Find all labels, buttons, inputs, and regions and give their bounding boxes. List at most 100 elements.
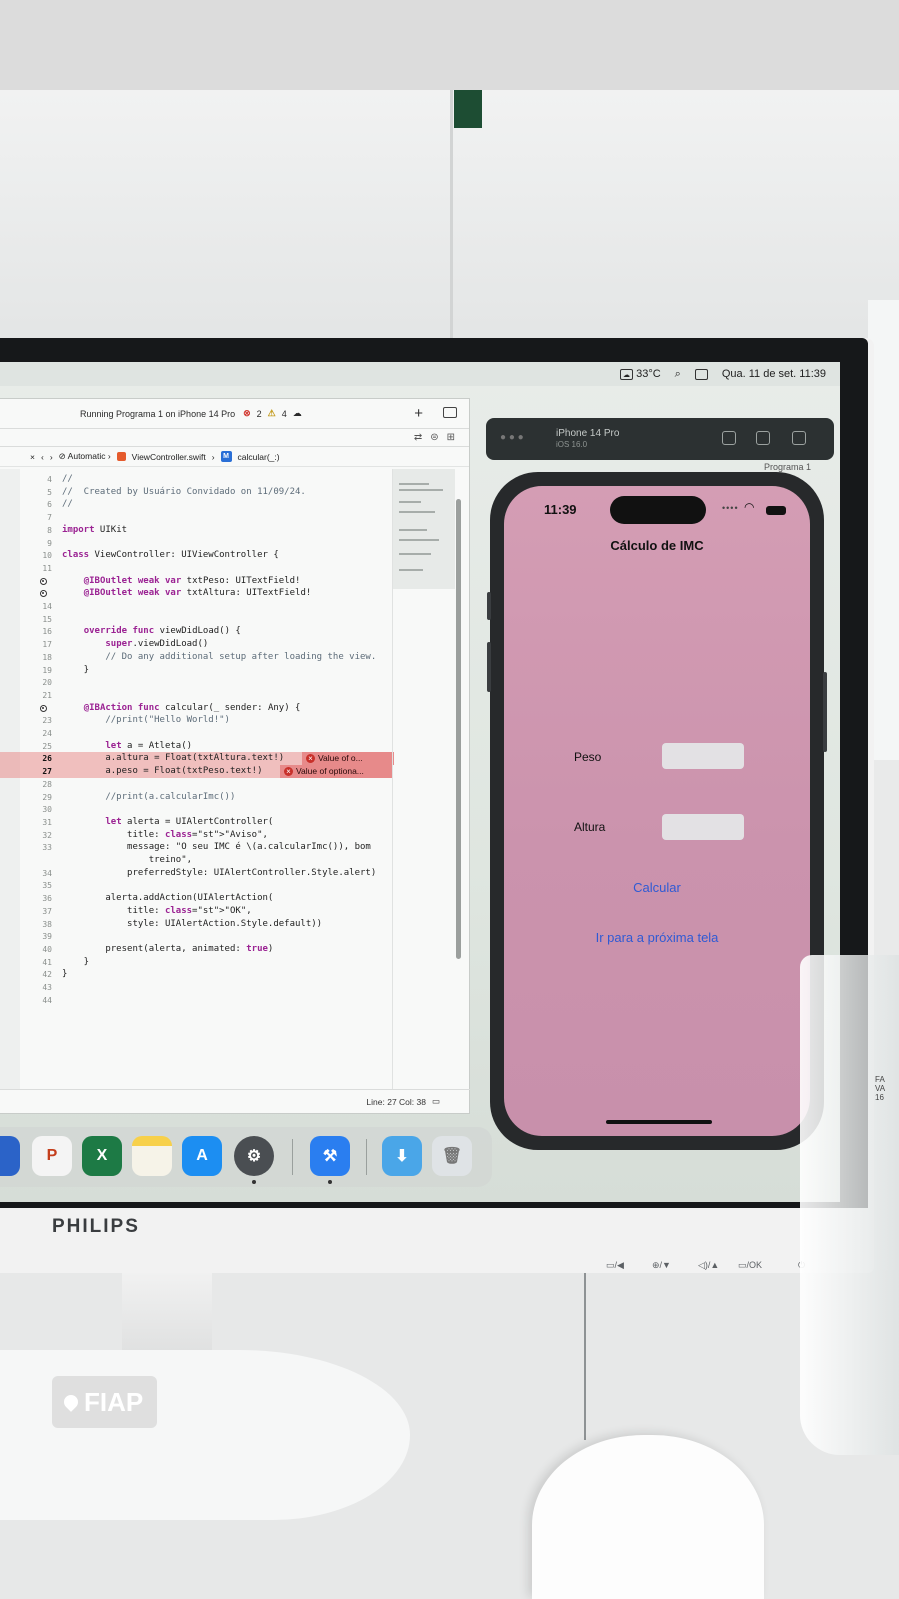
line-number[interactable]: 9 [22, 537, 52, 550]
line-number[interactable]: 37 [22, 905, 52, 918]
jumpbar-file[interactable]: ViewController.swift [132, 452, 206, 462]
code-line[interactable]: 18 // Do any additional setup after load… [0, 651, 390, 664]
phone-volume-button[interactable] [487, 642, 491, 692]
code-line[interactable]: 8 import UIKit [0, 524, 390, 537]
spotlight-search-icon[interactable]: ⌕ [675, 368, 681, 381]
code-line[interactable]: 35 [0, 879, 390, 892]
connection-outlet-icon[interactable] [40, 590, 47, 598]
back-icon[interactable]: ‹ [41, 452, 44, 462]
line-number[interactable]: 33 [22, 841, 52, 854]
code-line[interactable]: 34 preferredStyle: UIAlertController.Sty… [0, 867, 390, 880]
xcode-icon[interactable]: ⚒ [310, 1136, 350, 1176]
rotate-icon[interactable] [792, 431, 806, 445]
code-line[interactable]: @IBOutlet weak var txtAltura: UITextFiel… [0, 587, 390, 600]
line-number[interactable]: 15 [22, 613, 52, 626]
error-annotation[interactable]: Value of o... [302, 752, 394, 766]
refresh-icon[interactable]: ⇄ [414, 432, 422, 443]
line-number[interactable]: 6 [22, 498, 52, 511]
monitor-menu-button[interactable]: ⊕/▼ [652, 1260, 671, 1271]
code-line[interactable]: 15 [0, 613, 390, 626]
code-line[interactable]: 23 //print("Hello World!") [0, 714, 390, 727]
line-number[interactable]: 41 [22, 956, 52, 969]
line-number[interactable]: 8 [22, 524, 52, 537]
peso-field[interactable] [662, 743, 744, 769]
line-number[interactable]: 7 [22, 511, 52, 524]
control-center-icon[interactable] [694, 368, 708, 380]
code-line[interactable]: 33 message: "O seu IMC é \(a.calcularImc… [0, 841, 390, 854]
line-number[interactable]: 39 [22, 930, 52, 943]
code-line[interactable]: 44 [0, 994, 390, 1007]
inspector-toggle-icon[interactable] [443, 407, 457, 418]
code-line[interactable]: 5 // Created by Usuário Convidado on 11/0… [0, 486, 390, 499]
add-icon[interactable]: + [414, 405, 423, 422]
line-number[interactable]: 18 [22, 651, 52, 664]
line-number[interactable]: 42 [22, 968, 52, 981]
code-line[interactable]: 21 [0, 689, 390, 702]
line-number[interactable]: 32 [22, 829, 52, 842]
powerpoint-icon[interactable]: P [32, 1136, 72, 1176]
connection-outlet-icon[interactable] [40, 704, 47, 712]
line-number[interactable]: 24 [22, 727, 52, 740]
split-editor-icon[interactable]: ⊞ [447, 432, 455, 443]
editor-scrollbar[interactable] [456, 499, 461, 959]
code-line[interactable]: 19 } [0, 664, 390, 677]
code-editor[interactable]: 4 // 5 // Created by Usuário Convidado on 1… [0, 469, 394, 1089]
code-line[interactable]: 32 title: class="st">"Aviso", [0, 829, 390, 842]
code-line[interactable]: 9 [0, 537, 390, 550]
error-annotation[interactable]: Value of optiona... [280, 765, 392, 779]
code-line[interactable]: 7 [0, 511, 390, 524]
line-number[interactable]: 44 [22, 994, 52, 1007]
line-number[interactable]: 36 [22, 892, 52, 905]
code-line[interactable]: 42} [0, 968, 390, 981]
calcular-button[interactable]: Calcular [504, 880, 810, 895]
code-line[interactable]: 17 super.viewDidLoad() [0, 638, 390, 651]
line-number[interactable]: 25 [22, 740, 52, 753]
line-number[interactable]: 26 [22, 752, 52, 765]
line-number[interactable]: 5 [22, 486, 52, 499]
code-line[interactable]: 39 [0, 930, 390, 943]
screenshot-icon[interactable] [756, 431, 770, 445]
line-number[interactable]: 17 [22, 638, 52, 651]
code-line[interactable]: 37 title: class="st">"OK", [0, 905, 390, 918]
line-number[interactable]: 28 [22, 778, 52, 791]
line-number[interactable]: 19 [22, 664, 52, 677]
line-number[interactable]: 38 [22, 918, 52, 931]
line-number[interactable]: 31 [22, 816, 52, 829]
code-line[interactable]: treino", [0, 854, 390, 867]
line-number[interactable]: 23 [22, 714, 52, 727]
close-icon[interactable]: × [30, 452, 35, 462]
phone-power-button[interactable] [823, 672, 827, 752]
trash-icon[interactable]: 🗑 [432, 1136, 472, 1176]
code-line[interactable]: 10 class ViewController: UIViewController… [0, 549, 390, 562]
code-line[interactable]: 36 alerta.addAction(UIAlertAction( [0, 892, 390, 905]
connection-outlet-icon[interactable] [40, 577, 47, 585]
code-line[interactable]: 20 [0, 676, 390, 689]
line-number[interactable]: 4 [22, 473, 52, 486]
code-line[interactable]: 30 [0, 803, 390, 816]
code-line[interactable]: 26 a.altura = Float(txtAltura.text!) Valu… [0, 752, 394, 766]
jumpbar-method[interactable]: calcular(_:) [238, 452, 280, 462]
code-line[interactable]: 16 override func viewDidLoad() { [0, 625, 390, 638]
code-line[interactable]: 38 style: UIAlertAction.Style.default)) [0, 918, 390, 931]
jumpbar-scheme[interactable]: ⊘ Automatic › [59, 451, 111, 462]
app-store-icon[interactable]: A [182, 1136, 222, 1176]
window-controls[interactable]: ● ● ● [500, 432, 524, 443]
code-line[interactable]: @IBOutlet weak var txtPeso: UITextField! [0, 575, 390, 588]
code-line[interactable]: 28 [0, 778, 390, 791]
monitor-input-button[interactable]: ▭/◀ [606, 1260, 624, 1271]
code-line[interactable]: 14 [0, 600, 390, 613]
code-line[interactable]: 27 a.peso = Float(txtPeso.text!) Value of… [0, 765, 392, 779]
line-number[interactable]: 11 [22, 562, 52, 575]
line-number[interactable]: 43 [22, 981, 52, 994]
forward-icon[interactable]: › [50, 452, 53, 462]
dock-app-icon[interactable] [0, 1136, 20, 1176]
excel-icon[interactable]: X [82, 1136, 122, 1176]
line-number[interactable]: 35 [22, 879, 52, 892]
phone-side-button[interactable] [487, 592, 491, 620]
notes-icon[interactable] [132, 1136, 172, 1176]
system-settings-icon[interactable]: ⚙ [234, 1136, 274, 1176]
code-line[interactable]: 40 present(alerta, animated: true) [0, 943, 390, 956]
line-number[interactable]: 30 [22, 803, 52, 816]
line-number[interactable]: 10 [22, 549, 52, 562]
line-number[interactable]: 29 [22, 791, 52, 804]
